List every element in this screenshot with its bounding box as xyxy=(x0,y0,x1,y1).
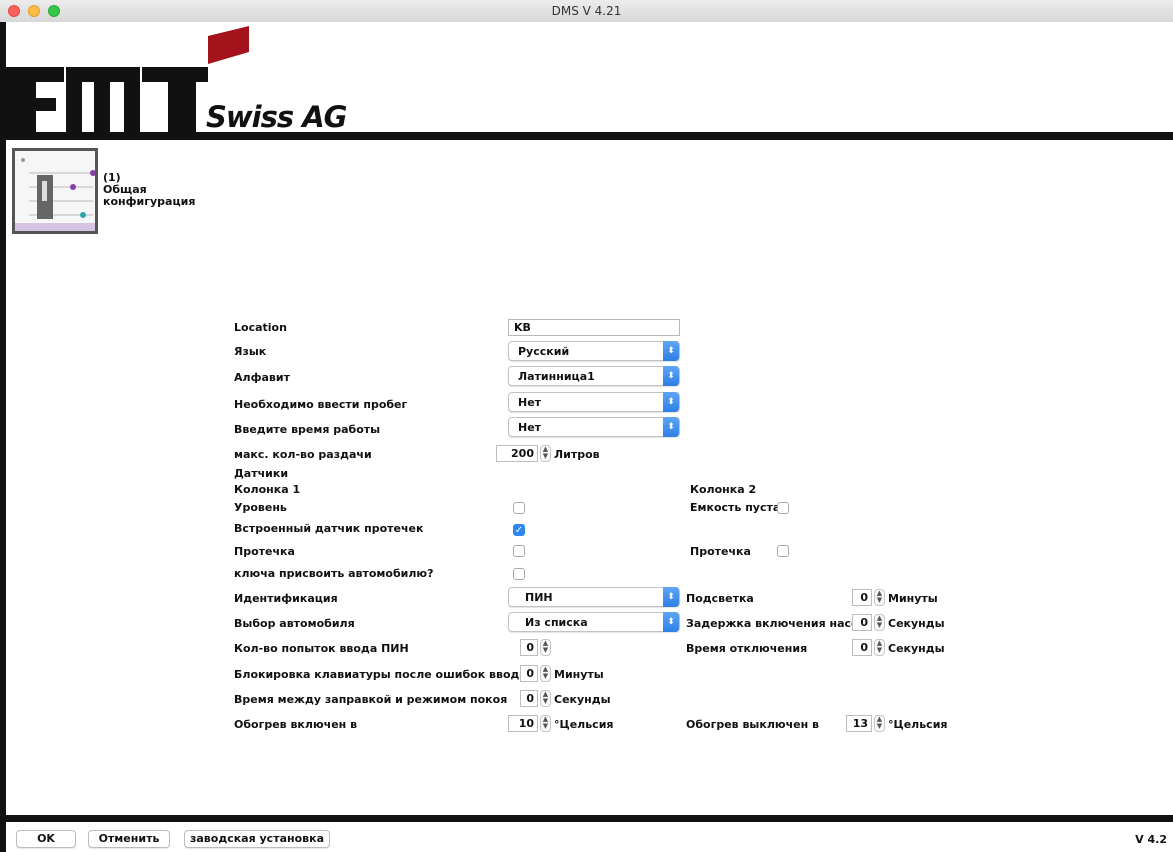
keyboard-lock-stepper[interactable]: ▲ ▼ xyxy=(540,665,551,682)
pump-delay-label: Задержка включения насоса xyxy=(686,617,873,630)
max-dispense-unit: Литров xyxy=(554,448,600,461)
leak1-checkbox[interactable] xyxy=(513,545,525,557)
idle-input[interactable]: 0 xyxy=(520,690,538,707)
shutdown-label: Время отключения xyxy=(686,642,808,655)
language-select-value: Русский xyxy=(518,345,570,358)
backlight-stepper[interactable]: ▲ ▼ xyxy=(874,589,885,606)
chevron-updown-icon: ⬍ xyxy=(663,366,679,386)
assign-key-checkbox[interactable] xyxy=(513,568,525,580)
heat-off-unit: °Цельсия xyxy=(888,718,948,731)
location-label: Location xyxy=(234,321,287,334)
footer-divider xyxy=(6,815,1173,822)
alphabet-label: Алфавит xyxy=(234,371,290,384)
worktime-select-value: Нет xyxy=(518,421,542,434)
backlight-unit: Минуты xyxy=(888,592,938,605)
checkmark-icon: ✓ xyxy=(514,525,524,536)
max-dispense-input[interactable]: 200 xyxy=(496,445,538,462)
idle-stepper[interactable]: ▲ ▼ xyxy=(540,690,551,707)
column1-heading: Колонка 1 xyxy=(234,483,301,496)
tank-empty-label: Емкость пуста xyxy=(690,501,781,514)
mileage-select-value: Нет xyxy=(518,396,542,409)
vehicle-select[interactable]: Из списка ⬍ xyxy=(508,612,680,632)
general-config-module-tile[interactable] xyxy=(12,148,98,234)
heat-off-label: Обогрев выключен в xyxy=(686,718,819,731)
mileage-select[interactable]: Нет ⬍ xyxy=(508,392,680,412)
left-border xyxy=(0,22,6,852)
backlight-input[interactable]: 0 xyxy=(852,589,872,606)
pump-delay-stepper[interactable]: ▲ ▼ xyxy=(874,614,885,631)
sliders-icon xyxy=(15,151,96,231)
leak1-label: Протечка xyxy=(234,545,295,558)
vehicle-label: Выбор автомобиля xyxy=(234,617,355,630)
heat-on-label: Обогрев включен в xyxy=(234,718,358,731)
mileage-label: Необходимо ввести пробег xyxy=(234,398,408,411)
header-divider xyxy=(6,132,1173,140)
ok-button[interactable]: OK xyxy=(16,830,76,848)
pin-attempts-label: Кол-во попыток ввода ПИН xyxy=(234,642,409,655)
sensors-heading: Датчики xyxy=(234,467,289,480)
keyboard-lock-unit: Минуты xyxy=(554,668,604,681)
tank-empty-checkbox[interactable] xyxy=(777,502,789,514)
chevron-updown-icon: ⬍ xyxy=(663,392,679,412)
worktime-select[interactable]: Нет ⬍ xyxy=(508,417,680,437)
heat-off-input[interactable]: 13 xyxy=(846,715,872,732)
identification-label: Идентификация xyxy=(234,592,338,605)
heat-off-stepper[interactable]: ▲ ▼ xyxy=(874,715,885,732)
location-input[interactable]: KB xyxy=(508,319,680,336)
pump-delay-input[interactable]: 0 xyxy=(852,614,872,631)
idle-label: Время между заправкой и режимом покоя xyxy=(234,693,508,706)
shutdown-input[interactable]: 0 xyxy=(852,639,872,656)
alphabet-select[interactable]: Латинница1 ⬍ xyxy=(508,366,680,386)
vehicle-select-value: Из списка xyxy=(525,616,588,629)
leak-sensor-checkbox[interactable]: ✓ xyxy=(513,524,525,536)
chevron-updown-icon: ⬍ xyxy=(663,341,679,361)
backlight-label: Подсветка xyxy=(686,592,754,605)
heat-on-stepper[interactable]: ▲ ▼ xyxy=(540,715,551,732)
leak2-label: Протечка xyxy=(690,545,751,558)
window-title: DMS V 4.21 xyxy=(551,4,622,18)
shutdown-stepper[interactable]: ▲ ▼ xyxy=(874,639,885,656)
pin-attempts-stepper[interactable]: ▲ ▼ xyxy=(540,639,551,656)
level-label: Уровень xyxy=(234,501,287,514)
leak2-checkbox[interactable] xyxy=(777,545,789,557)
logo-area: Swiss AG xyxy=(6,22,1173,134)
keyboard-lock-label: Блокировка клавиатуры после ошибок ввода xyxy=(234,668,527,681)
language-label: Язык xyxy=(234,345,267,358)
pump-delay-unit: Секунды xyxy=(888,617,945,630)
idle-unit: Секунды xyxy=(554,693,611,706)
module-name-line2: конфигурация xyxy=(103,195,196,208)
chevron-updown-icon: ⬍ xyxy=(663,612,679,632)
assign-key-label: ключа присвоить автомобилю? xyxy=(234,567,434,580)
module-label: (1) Общая конфигурация xyxy=(103,172,195,208)
max-dispense-stepper[interactable]: ▲ ▼ xyxy=(540,445,551,462)
heat-on-input[interactable]: 10 xyxy=(508,715,538,732)
leak-sensor-label: Встроенный датчик протечек xyxy=(234,522,424,535)
cancel-button[interactable]: Отменить xyxy=(88,830,170,848)
identification-select[interactable]: ПИН ⬍ xyxy=(508,587,680,607)
keyboard-lock-input[interactable]: 0 xyxy=(520,665,538,682)
chevron-updown-icon: ⬍ xyxy=(663,587,679,607)
level-checkbox[interactable] xyxy=(513,502,525,514)
heat-on-unit: °Цельсия xyxy=(554,718,614,731)
logo-subtitle: Swiss AG xyxy=(206,100,347,134)
pin-attempts-input[interactable]: 0 xyxy=(520,639,538,656)
max-dispense-label: макс. кол-во раздачи xyxy=(234,448,372,461)
window-titlebar: DMS V 4.21 xyxy=(0,0,1173,23)
alphabet-select-value: Латинница1 xyxy=(518,370,595,383)
worktime-label: Введите время работы xyxy=(234,423,381,436)
shutdown-unit: Секунды xyxy=(888,642,945,655)
version-label: V 4.2 xyxy=(1135,833,1167,846)
language-select[interactable]: Русский ⬍ xyxy=(508,341,680,361)
identification-select-value: ПИН xyxy=(525,591,553,604)
factory-settings-button[interactable]: заводская установка xyxy=(184,830,330,848)
column2-heading: Колонка 2 xyxy=(690,483,757,496)
chevron-updown-icon: ⬍ xyxy=(663,417,679,437)
